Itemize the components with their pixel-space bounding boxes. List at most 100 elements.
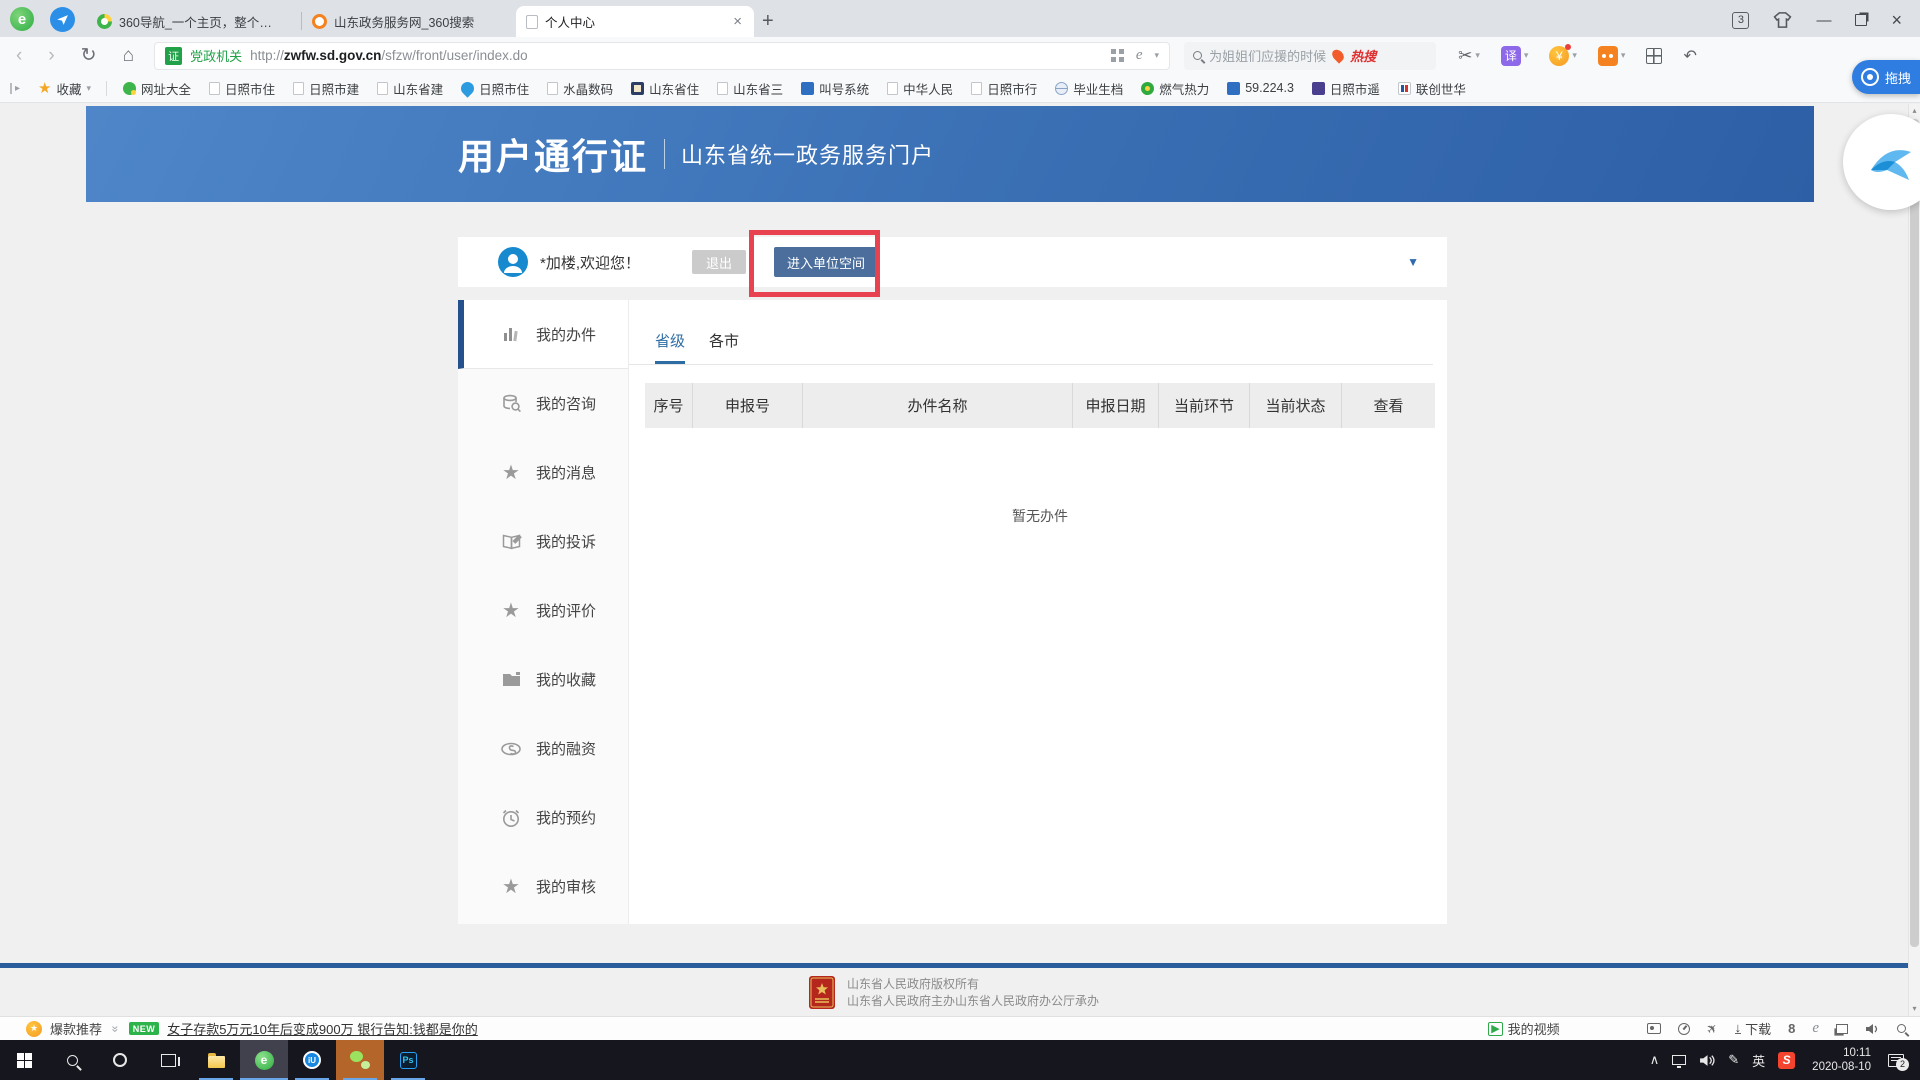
chevron-expand-icon[interactable]: » xyxy=(108,1025,122,1032)
bookmark-item[interactable]: 日照市住 xyxy=(452,79,538,98)
promo-label[interactable]: 爆款推荐 xyxy=(50,1019,102,1038)
ie-mode-icon[interactable]: e xyxy=(1136,47,1143,64)
tab-province-level[interactable]: 省级 xyxy=(655,330,685,364)
close-button[interactable]: × xyxy=(1891,11,1902,29)
link-360-icon[interactable]: 8 xyxy=(1788,1021,1795,1036)
chevron-down-icon[interactable]: ▾ xyxy=(1155,50,1160,61)
tab-360-search[interactable]: 山东政务服务网_360搜索 xyxy=(302,6,516,37)
back-button[interactable]: ‹ xyxy=(16,46,22,65)
my-videos-button[interactable]: ▶ 我的视频 xyxy=(1488,1019,1559,1038)
chevron-down-icon[interactable]: ▾ xyxy=(1621,50,1626,61)
tab-360-nav[interactable]: 360导航_一个主页，整个世界 xyxy=(87,6,301,37)
bookmark-item[interactable]: 日照市住 xyxy=(200,79,284,98)
sidebar-item-my-complaints[interactable]: 我的投诉 xyxy=(458,507,628,576)
translate-icon[interactable]: 译 xyxy=(1501,46,1521,66)
sidebar-item-my-appointments[interactable]: 我的预约 xyxy=(458,783,628,852)
screenshot-gallery-icon[interactable] xyxy=(1647,1023,1661,1034)
bookmark-item[interactable]: 日照市建 xyxy=(284,79,368,98)
taskbar-clock[interactable]: 10:11 2020-08-10 xyxy=(1812,1046,1871,1074)
windows-tile-icon[interactable] xyxy=(1836,1024,1848,1034)
news-headline-link[interactable]: 女子存款5万元10年后变成900万 银行告知:钱都是你的 xyxy=(167,1019,478,1038)
cortana-button[interactable] xyxy=(96,1040,144,1080)
tab-city-level[interactable]: 各市 xyxy=(709,330,739,364)
maximize-button[interactable] xyxy=(1855,14,1867,26)
user-dropdown-icon[interactable]: ▼ xyxy=(1407,255,1419,269)
browser-360-logo-icon[interactable]: e xyxy=(10,7,34,31)
bookmark-item[interactable]: 山东省建 xyxy=(368,79,452,98)
forward-button[interactable]: › xyxy=(48,46,54,65)
logout-button[interactable]: 退出 xyxy=(692,250,746,274)
tab-count-button[interactable]: 3 xyxy=(1732,12,1749,29)
page-scrollbar[interactable]: ▴ ▾ xyxy=(1908,104,1920,1016)
bookmark-item[interactable]: 日照市行 xyxy=(962,79,1046,98)
file-explorer-button[interactable] xyxy=(192,1040,240,1080)
bookmark-item[interactable]: 燃气热力 xyxy=(1132,79,1218,98)
screenshot-scissors-icon[interactable]: ✂ xyxy=(1458,46,1472,66)
drag-save-overlay[interactable]: 拖拽 xyxy=(1852,60,1920,94)
scroll-up-icon[interactable]: ▴ xyxy=(1909,104,1920,118)
bookmark-item[interactable]: 59.224.3 xyxy=(1218,81,1303,95)
iu-app-button[interactable]: iU xyxy=(288,1040,336,1080)
task-view-button[interactable] xyxy=(144,1040,192,1080)
home-button[interactable]: ⌂ xyxy=(123,46,134,65)
sidebar-item-my-audits[interactable]: ★ 我的审核 xyxy=(458,852,628,921)
restore-session-icon[interactable]: ↶ xyxy=(1683,46,1696,66)
search-box[interactable]: 为姐姐们应援的时候 热搜 xyxy=(1184,42,1436,70)
minimize-button[interactable]: — xyxy=(1816,13,1831,28)
skin-shirt-icon[interactable] xyxy=(1773,12,1792,28)
bookmark-item[interactable]: 山东省三 xyxy=(708,79,792,98)
taskbar-search-button[interactable] xyxy=(48,1040,96,1080)
reload-button[interactable]: ↻ xyxy=(81,46,97,65)
hot-search-label[interactable]: 热搜 xyxy=(1350,46,1376,65)
download-button[interactable]: ↓下载 xyxy=(1735,1019,1772,1038)
360-browser-button[interactable]: e xyxy=(240,1040,288,1080)
tab-personal-center[interactable]: 个人中心 × xyxy=(516,6,754,37)
wechat-button[interactable] xyxy=(336,1040,384,1080)
sidebar-item-my-favorites[interactable]: 我的收藏 xyxy=(458,645,628,714)
ie-compat-icon[interactable]: e xyxy=(1812,1020,1819,1037)
speed-gauge-icon[interactable] xyxy=(1678,1023,1690,1035)
bookmark-item[interactable]: 中华人民 xyxy=(878,79,962,98)
sidebar-item-my-messages[interactable]: ★ 我的消息 xyxy=(458,438,628,507)
sogou-input-icon[interactable]: S xyxy=(1778,1052,1795,1069)
scroll-down-icon[interactable]: ▾ xyxy=(1909,1002,1920,1016)
certificate-badge[interactable]: 证 xyxy=(165,47,182,65)
bookmark-item[interactable]: 山东省住 xyxy=(622,79,708,98)
start-button[interactable] xyxy=(0,1040,48,1080)
pen-input-icon[interactable]: ✎ xyxy=(1728,1052,1739,1068)
bookmarks-panel-toggle-icon[interactable]: ▸ xyxy=(10,83,20,94)
sidebar-item-my-financing[interactable]: 我的融资 xyxy=(458,714,628,783)
chevron-down-icon[interactable]: ▾ xyxy=(1524,50,1529,61)
tab-close-icon[interactable]: × xyxy=(731,13,744,30)
volume-icon[interactable] xyxy=(1699,1054,1715,1067)
action-center-icon[interactable]: 2 xyxy=(1888,1054,1904,1067)
url-field[interactable]: 证 党政机关 http://zwfw.sd.gov.cn/sfzw/front/… xyxy=(154,42,1170,70)
photoshop-button[interactable]: Ps xyxy=(384,1040,432,1080)
scrollbar-thumb[interactable] xyxy=(1910,119,1919,947)
boost-rocket-icon[interactable]: ✈ xyxy=(1703,1019,1722,1038)
network-display-icon[interactable] xyxy=(1672,1055,1686,1065)
chevron-down-icon[interactable]: ▾ xyxy=(1572,50,1577,61)
hidden-icons-chevron[interactable]: ∧ xyxy=(1650,1052,1660,1068)
new-tab-button[interactable]: + xyxy=(754,10,786,37)
page-grid-icon[interactable] xyxy=(1111,49,1124,62)
bookmark-item[interactable]: 日照市遥 xyxy=(1303,79,1389,98)
favorites-menu[interactable]: ★ 收藏 ▾ xyxy=(30,79,99,98)
bookmark-item[interactable]: 毕业生档 xyxy=(1046,79,1132,98)
sidebar-item-my-cases[interactable]: 我的办件 xyxy=(458,300,628,369)
sidebar-item-my-ratings[interactable]: ★ 我的评价 xyxy=(458,576,628,645)
bookmark-item[interactable]: 联创世华 xyxy=(1389,79,1475,98)
ime-language-indicator[interactable]: 英 xyxy=(1752,1051,1765,1070)
sidebar-item-my-consultations[interactable]: 我的咨询 xyxy=(458,369,628,438)
wallet-icon[interactable]: ¥ xyxy=(1549,46,1569,66)
bookmark-item[interactable]: 水晶数码 xyxy=(538,79,622,98)
apps-grid-icon[interactable] xyxy=(1646,48,1662,64)
chevron-down-icon[interactable]: ▾ xyxy=(1475,50,1480,61)
nav-shortcut-icon[interactable] xyxy=(50,7,75,32)
speaker-icon[interactable] xyxy=(1865,1023,1880,1035)
bookmark-item[interactable]: 网址大全 xyxy=(114,79,200,98)
zoom-search-icon[interactable] xyxy=(1897,1024,1906,1033)
bookmark-item[interactable]: 叫号系统 xyxy=(792,79,878,98)
games-icon[interactable] xyxy=(1598,46,1618,66)
footer-divider-bar xyxy=(0,963,1908,968)
